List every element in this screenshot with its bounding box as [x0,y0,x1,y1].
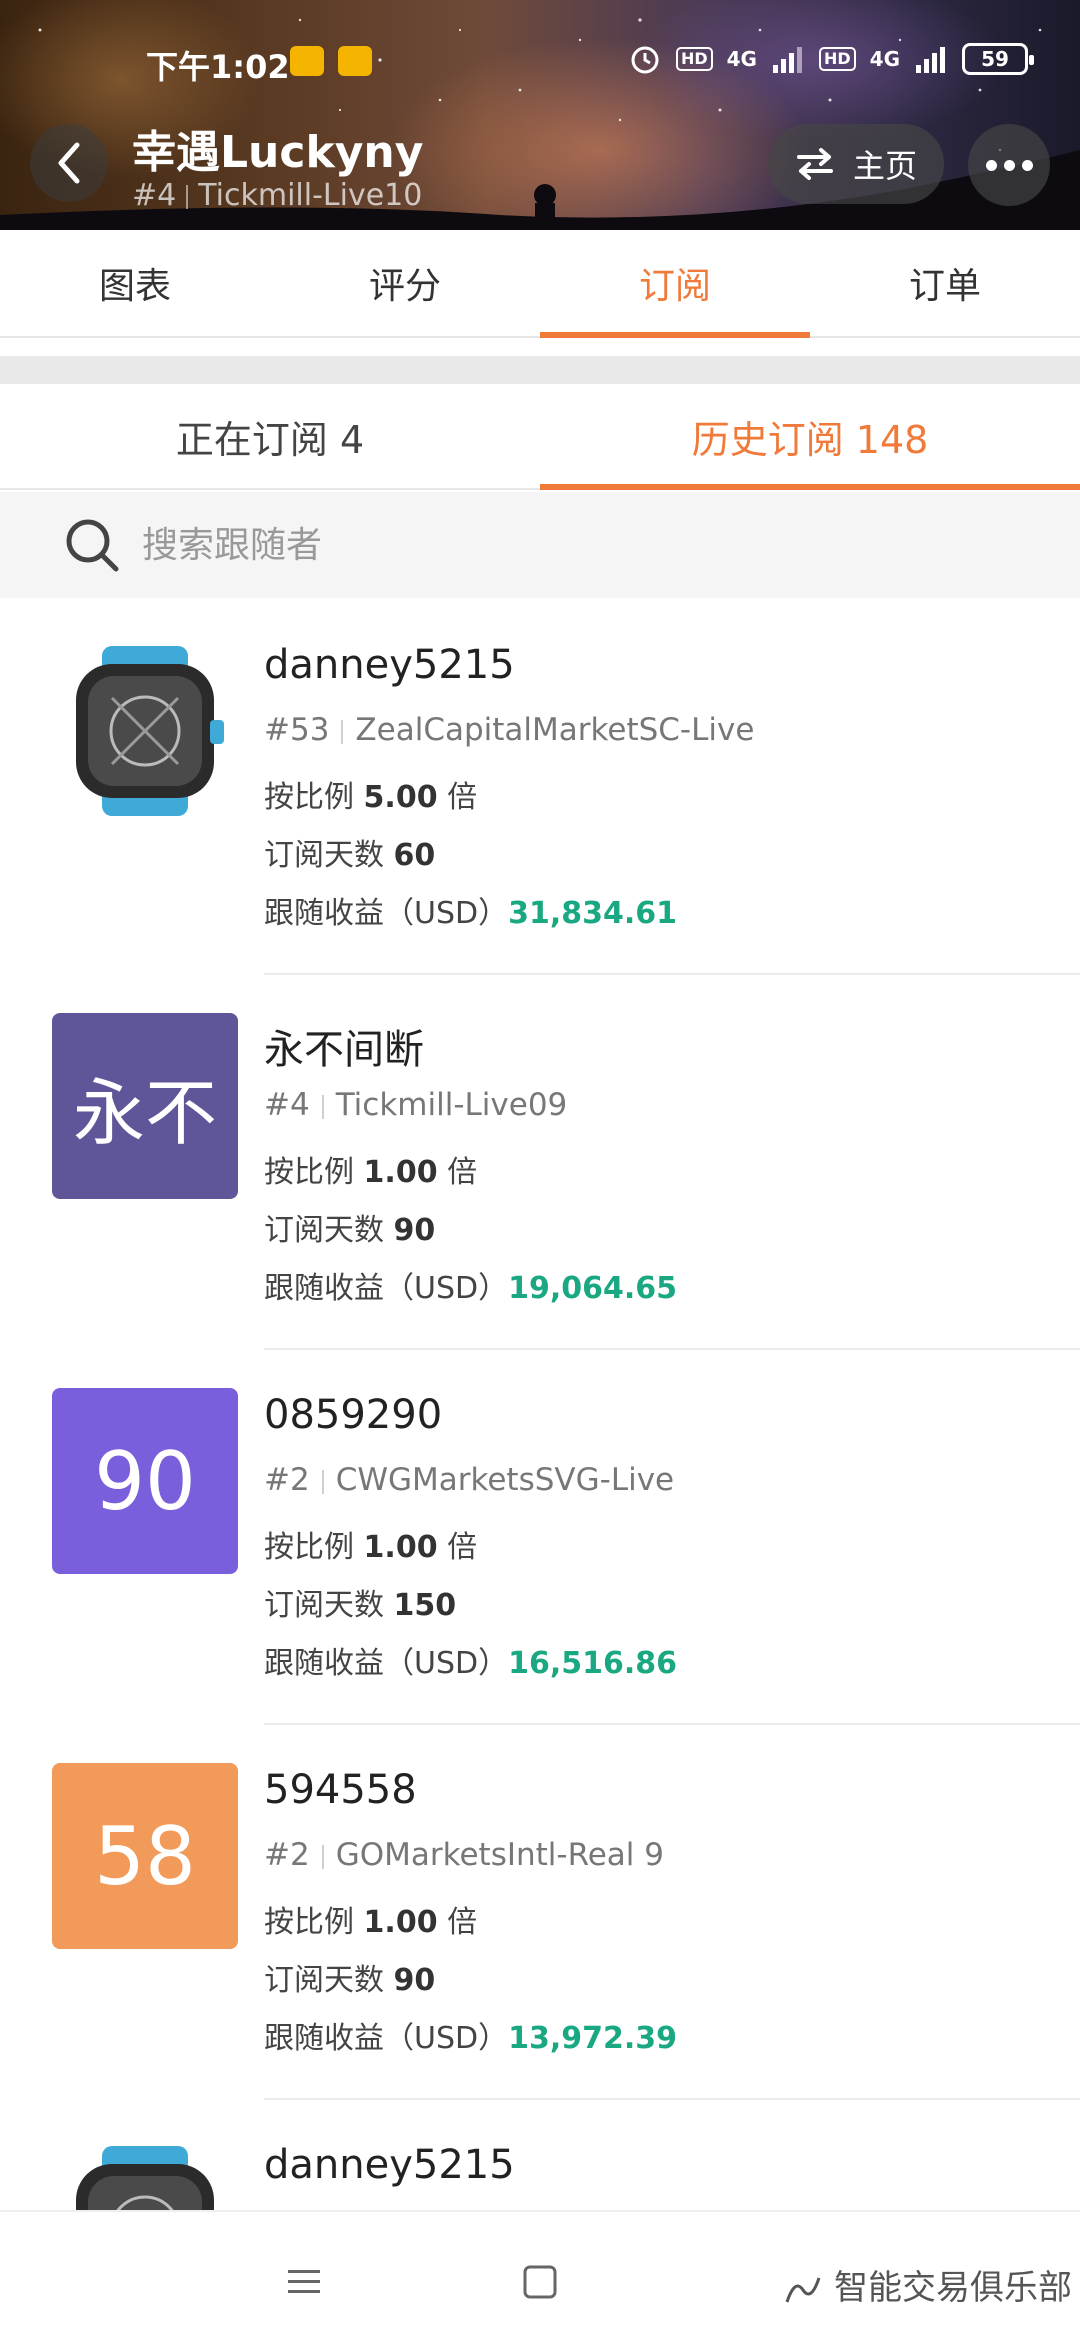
system-navigation-bar: 智能交易俱乐部 [0,2210,1080,2340]
main-tab-bar: 图表 评分 订阅 订单 [0,230,1080,338]
header-server: Tickmill-Live10 [198,178,423,213]
follower-name: 永不间断 [264,1027,424,1073]
profile-header: 下午1:02 HD 4G HD 4G 59 幸遇Luckyny #4 Tickm… [0,0,1080,230]
follower-server: CWGMarketsSVG-Live [335,1462,675,1498]
battery-level: 59 [981,47,1009,71]
follower-server: ZealCapitalMarketSC-Live [355,712,755,748]
days-value: 90 [393,1963,436,1998]
status-bar: 下午1:02 HD 4G HD 4G 59 [0,38,1080,88]
tab-current-subscriptions[interactable]: 正在订阅 4 [0,384,540,488]
home-button[interactable]: 主页 [768,124,944,204]
follower-rank: #2 [264,1462,310,1498]
follower-server: GOMarketsIntl-Real 9 [335,1837,664,1873]
watch-avatar-image [76,646,224,816]
avatar: 90 [52,1388,238,1574]
days-row: 订阅天数 60 [264,838,436,873]
follower-rank: #2 [264,1837,310,1873]
follower-rank: #4 [264,1087,310,1123]
ratio-value: 5.00 [363,780,438,815]
avatar: 永不 [52,1013,238,1199]
tab-rating[interactable]: 评分 [270,230,540,336]
network-label-1: 4G [726,47,757,71]
swap-icon [796,148,833,180]
list-item[interactable]: 永不 永不间断 #4 Tickmill-Live09 按比例 1.00 倍 订阅天… [0,975,1080,1350]
ratio-row: 按比例 1.00 倍 [264,1905,478,1940]
menu-button[interactable] [274,2252,334,2312]
tab-history-subscriptions[interactable]: 历史订阅 148 [540,384,1080,490]
watermark: 智能交易俱乐部 [783,2260,1072,2309]
days-value: 90 [393,1213,436,1248]
tab-subscription[interactable]: 订阅 [540,230,810,338]
hd-badge-2: HD [818,47,856,71]
sub-tab-bar: 正在订阅 4 历史订阅 148 [0,384,1080,490]
days-row: 订阅天数 90 [264,1213,436,1248]
search-input[interactable] [142,524,942,566]
profit-value: 19,064.65 [508,1271,678,1306]
profit-row: 跟随收益（USD）19,064.65 [264,1271,678,1306]
ratio-row: 按比例 5.00 倍 [264,780,478,815]
profit-row: 跟随收益（USD）31,834.61 [264,896,678,931]
follower-name: danney5215 [264,642,515,688]
header-subtitle: #4 Tickmill-Live10 [132,178,422,213]
follower-meta: #2 CWGMarketsSVG-Live [264,1462,674,1498]
avatar: 58 [52,1763,238,1949]
network-label-2: 4G [869,47,900,71]
home-nav-button[interactable] [510,2252,570,2312]
square-home-icon [523,2265,557,2299]
list-item[interactable]: 58 594558 #2 GOMarketsIntl-Real 9 按比例 1.0… [0,1725,1080,2100]
ratio-row: 按比例 1.00 倍 [264,1155,478,1190]
more-options-button[interactable] [968,124,1050,206]
follower-server: Tickmill-Live09 [335,1087,568,1123]
ratio-value: 1.00 [363,1155,438,1190]
message-notification-icon [290,46,324,76]
alarm-icon [631,46,659,74]
follower-meta: #4 Tickmill-Live09 [264,1087,567,1123]
home-button-label: 主页 [852,147,917,185]
tab-chart[interactable]: 图表 [0,230,270,336]
hd-badge-1: HD [675,47,713,71]
profit-value: 13,972.39 [508,2021,678,2056]
battery-icon: 59 [962,43,1034,75]
signal-icon-2 [916,47,945,73]
section-divider [0,356,1080,384]
mail-notification-icon [338,46,372,76]
page-title: 幸遇Luckyny [132,127,424,178]
list-item[interactable]: danney5215 #53 ZealCapitalMarketSC-Live 按… [0,600,1080,975]
search-bar [0,492,1080,598]
follower-name: danney5215 [264,2142,515,2188]
ratio-value: 1.00 [363,1530,438,1565]
list-item[interactable]: 90 0859290 #2 CWGMarketsSVG-Live 按比例 1.00… [0,1350,1080,1725]
follower-meta: #53 ZealCapitalMarketSC-Live [264,712,754,748]
status-time: 下午1:02 [146,48,290,86]
watermark-text: 智能交易俱乐部 [834,2268,1072,2308]
header-rank: #4 [132,178,177,213]
ratio-row: 按比例 1.00 倍 [264,1530,478,1565]
follower-name: 594558 [264,1767,417,1813]
follower-meta: #2 GOMarketsIntl-Real 9 [264,1837,664,1873]
days-row: 订阅天数 90 [264,1963,436,1998]
profit-value: 31,834.61 [508,896,678,931]
back-button[interactable] [30,124,108,202]
tab-orders[interactable]: 订单 [810,230,1080,336]
profit-value: 16,516.86 [508,1646,678,1681]
menu-icon [288,2270,320,2293]
ratio-value: 1.00 [363,1905,438,1940]
wechat-channel-icon [785,2277,821,2302]
profit-row: 跟随收益（USD）16,516.86 [264,1646,678,1681]
profit-row: 跟随收益（USD）13,972.39 [264,2021,678,2056]
avatar [52,638,238,824]
chevron-left-icon [58,142,80,184]
days-value: 150 [393,1588,457,1623]
search-icon [66,519,119,572]
follower-name: 0859290 [264,1392,443,1438]
signal-icon-1 [772,47,802,73]
follower-list: danney5215 #53 ZealCapitalMarketSC-Live 按… [0,600,1080,2340]
follower-rank: #53 [264,712,330,748]
days-value: 60 [393,838,436,873]
days-row: 订阅天数 150 [264,1588,457,1623]
